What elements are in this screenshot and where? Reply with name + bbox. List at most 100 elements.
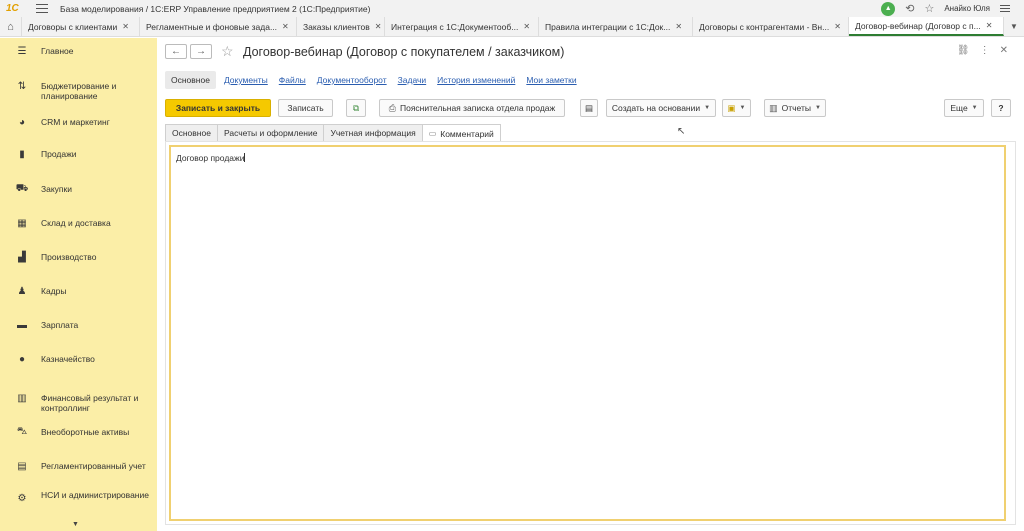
window-tab[interactable]: Договоры с клиентами ✕ (22, 17, 140, 36)
mouse-cursor-icon: ↖ (677, 126, 686, 137)
link-icon[interactable]: ⛓ (957, 45, 970, 56)
close-icon[interactable]: ✕ (523, 22, 530, 31)
save-label: Записать (287, 103, 324, 113)
sidebar-item-label: Бюджетирование и планирование (41, 81, 117, 101)
command-bar: Записать и закрыть Записать ⧉ ⎙ Поясните… (165, 99, 1016, 117)
structure-button[interactable]: ⧉ (346, 99, 366, 117)
help-label: ? (998, 103, 1004, 113)
window-tab-label: Регламентные и фоновые зада... (146, 21, 278, 32)
app-logo: 1С (6, 3, 19, 14)
close-icon[interactable]: ✕ (675, 22, 682, 31)
window-tabs: ⌂ Договоры с клиентами ✕ Регламентные и ф… (0, 17, 1024, 37)
form-area: ← → ☆ Договор-вебинар (Договор с покупат… (157, 38, 1024, 531)
budget-icon: ⇅ (17, 80, 27, 92)
window-tab-label: Интеграция с 1С:Документооб... (391, 21, 519, 32)
sidebar-item-label: НСИ и администрирование (41, 490, 149, 500)
attachments-button[interactable]: ▤ (580, 99, 598, 117)
back-button[interactable]: ← (165, 44, 187, 59)
document-print-icon: ▣ (727, 102, 736, 113)
report-icon: ▥ (769, 102, 778, 113)
close-icon[interactable]: ✕ (282, 22, 289, 31)
print-menu-button[interactable]: ▣ ▼ (722, 99, 751, 117)
section-files[interactable]: Файлы (279, 75, 306, 85)
sidebar-item-label: Кадры (41, 286, 67, 296)
more-button[interactable]: Еще ▼ (944, 99, 984, 117)
reports-button[interactable]: ▥ Отчеты ▼ (764, 99, 826, 117)
create-based-label: Создать на основании (611, 103, 701, 113)
wallet-icon: ▬ (17, 319, 27, 331)
window-tab-label: Договор-вебинар (Договор с п... (855, 20, 981, 31)
bag-icon: ▮ (19, 148, 25, 160)
save-and-close-button[interactable]: Записать и закрыть (165, 99, 271, 117)
section-document-flow[interactable]: Документооборот (317, 75, 387, 85)
section-tasks[interactable]: Задачи (398, 75, 427, 85)
cart-icon: ⛟ (15, 182, 29, 194)
favorite-star-icon[interactable]: ☆ (221, 43, 234, 60)
sections-sidebar: ☰ Главное ⇅ Бюджетирование и планировани… (0, 38, 157, 531)
settings-menu-icon[interactable] (1000, 5, 1010, 12)
favorites-icon[interactable]: ☆ (924, 2, 934, 15)
main-menu-icon[interactable] (36, 4, 48, 13)
more-label: Еще (950, 103, 968, 113)
pie-chart-icon: ◕ (18, 116, 26, 128)
window-tab-active[interactable]: Договор-вебинар (Договор с п... ✕ (849, 17, 1004, 36)
window-tab[interactable]: Правила интеграции с 1С:Док... ✕ (539, 17, 693, 36)
scroll-down-icon[interactable]: ▼ (72, 521, 79, 528)
form-tabs: Основное Расчеты и оформление Учетная ин… (165, 124, 501, 142)
explanatory-note-label: Пояснительная записка отдела продаж (399, 103, 556, 113)
close-icon[interactable]: ✕ (122, 22, 129, 31)
sidebar-item-label: Продажи (41, 149, 77, 159)
sidebar-item-label: Главное (41, 46, 74, 56)
hamburger-icon: ☰ (17, 45, 27, 57)
sidebar-item-label: Зарплата (41, 320, 79, 330)
person-icon: ♟ (17, 285, 27, 297)
chevron-down-icon: ▼ (704, 105, 711, 111)
window-tab[interactable]: Заказы клиентов ✕ (297, 17, 385, 36)
explanatory-note-button[interactable]: ⎙ Пояснительная записка отдела продаж (379, 99, 565, 117)
user-name[interactable]: Анайко Юля (944, 4, 990, 13)
sidebar-item-label: Финансовый результат и контроллинг (41, 393, 139, 413)
sidebar-item-label: Закупки (41, 184, 72, 194)
window-tab[interactable]: Регламентные и фоновые зада... ✕ (140, 17, 297, 36)
create-based-on-button[interactable]: Создать на основании ▼ (606, 99, 716, 117)
form-sections-nav: Основное Документы Файлы Документооборот… (165, 71, 588, 89)
section-history[interactable]: История изменений (437, 75, 515, 85)
close-icon[interactable]: ✕ (834, 22, 841, 31)
tab-label: Учетная информация (330, 128, 416, 138)
help-button[interactable]: ? (991, 99, 1011, 117)
sidebar-item-label: Внеоборотные активы (41, 427, 130, 437)
save-and-close-label: Записать и закрыть (175, 103, 261, 113)
section-documents[interactable]: Документы (224, 75, 268, 85)
warehouse-icon: ▦ (17, 217, 27, 229)
comment-icon: ▭ (428, 129, 437, 138)
comment-field[interactable]: Договор продажи (169, 145, 1006, 521)
save-button[interactable]: Записать (278, 99, 333, 117)
more-vertical-icon[interactable]: ⋮ (980, 45, 990, 56)
title-bar: 1С База моделирования / 1С:ERP Управлени… (0, 0, 1024, 17)
window-tab-label: Правила интеграции с 1С:Док... (545, 21, 671, 32)
window-tab[interactable]: Договоры с контрагентами - Вн... ✕ (693, 17, 849, 36)
sidebar-item-label: Склад и доставка (41, 218, 111, 228)
window-tab-label: Заказы клиентов (303, 21, 370, 32)
tab-comment[interactable]: ▭ Комментарий (421, 124, 501, 142)
tab-payments[interactable]: Расчеты и оформление (216, 124, 325, 141)
window-tab[interactable]: Интеграция с 1С:Документооб... ✕ (385, 17, 539, 36)
history-icon[interactable]: ⟲ (905, 2, 914, 15)
forward-button[interactable]: → (190, 44, 212, 59)
tab-accounting[interactable]: Учетная информация (323, 124, 423, 141)
list-icon: ▤ (584, 102, 594, 113)
close-icon[interactable]: ✕ (986, 21, 993, 30)
home-icon[interactable]: ⌂ (0, 17, 22, 36)
structure-icon: ⧉ (352, 102, 360, 113)
comment-text: Договор продажи (176, 153, 245, 163)
tabs-dropdown-icon[interactable]: ▼ (1004, 17, 1024, 36)
sidebar-item-label: Производство (41, 252, 97, 262)
coin-icon: ● (18, 353, 26, 365)
section-notes[interactable]: Мои заметки (526, 75, 576, 85)
close-icon[interactable]: ✕ (1000, 45, 1008, 56)
close-icon[interactable]: ✕ (375, 22, 382, 31)
notifications-icon[interactable]: ▲ (881, 1, 896, 16)
gear-icon: ⚙ (17, 492, 27, 504)
section-main[interactable]: Основное (165, 71, 216, 89)
tab-main[interactable]: Основное (165, 124, 218, 141)
